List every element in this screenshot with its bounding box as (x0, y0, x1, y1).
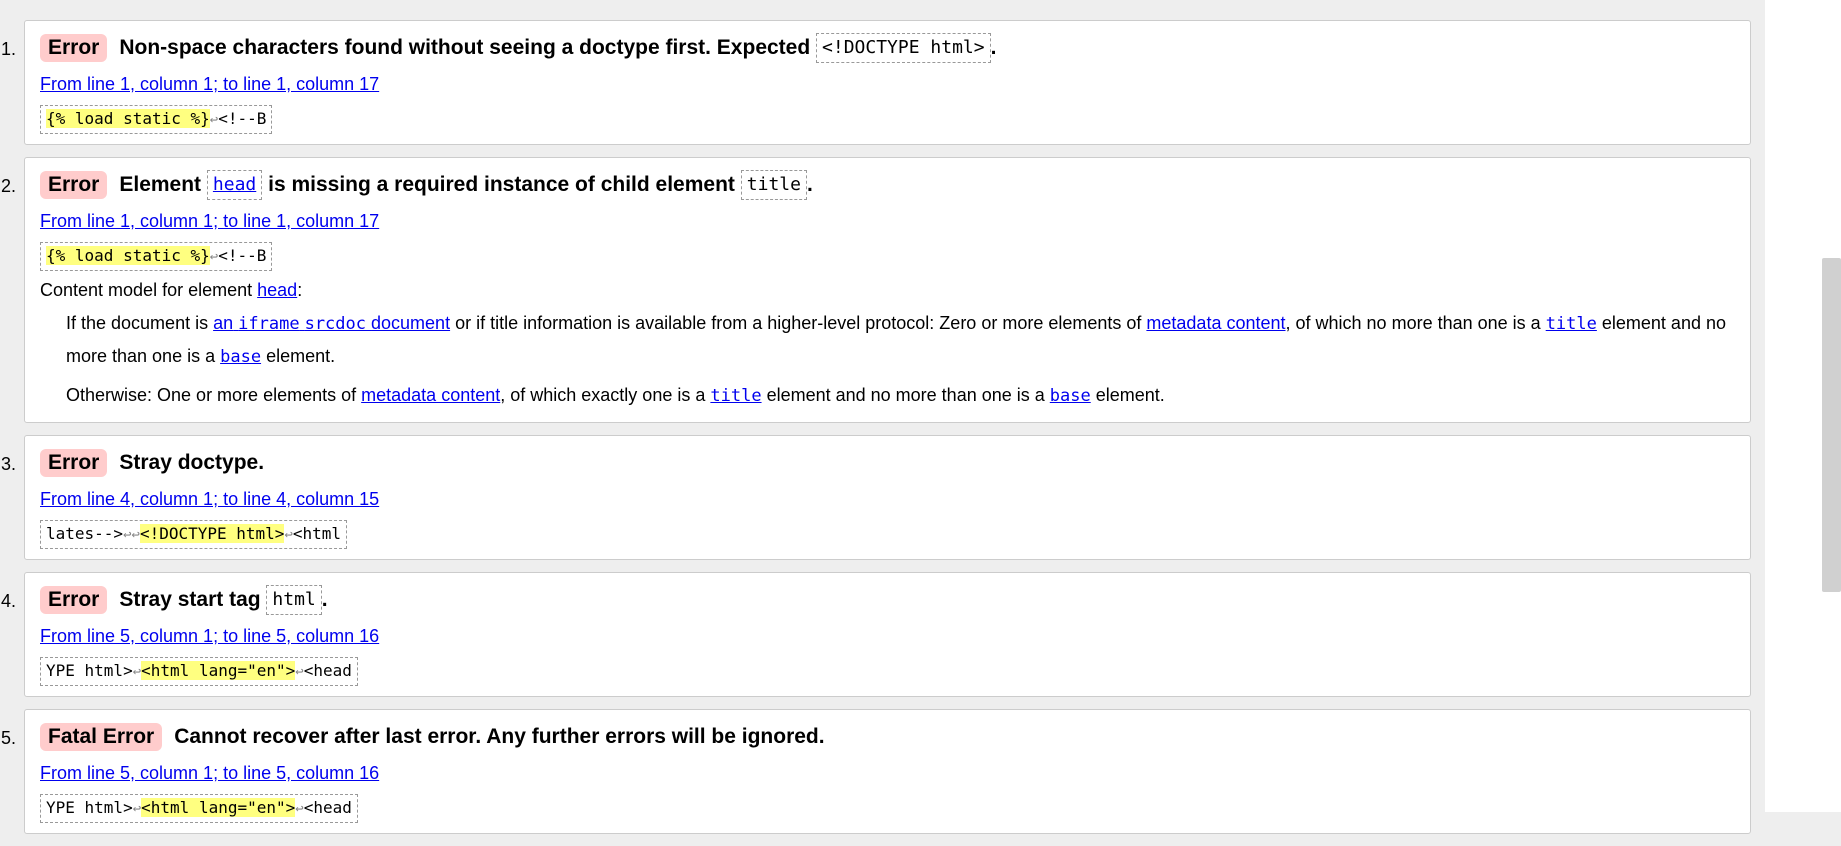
source-extract: YPE html>↩<html lang="en">↩<head (40, 794, 358, 823)
error-badge: Error (40, 171, 108, 199)
cm-code: base (220, 347, 262, 367)
line-break-icon: ↩ (131, 527, 140, 543)
base-element-link[interactable]: base (1049, 385, 1091, 406)
cm-text: or if title information is available fro… (455, 313, 1142, 333)
message-heading: Error Stray start tag html. (40, 585, 1735, 615)
extract-after: <head (303, 798, 352, 817)
message-text: Stray start tag (119, 588, 261, 611)
message-number: 4. (1, 591, 17, 611)
message-heading: Error Stray doctype. (40, 448, 1735, 478)
source-location-link[interactable]: From line 1, column 1; to line 1, column… (40, 73, 1735, 95)
cm-link-text: an (213, 313, 234, 333)
message-text-end: . (321, 588, 328, 611)
message-item: 1. Error Non-space characters found with… (1, 20, 1751, 145)
message-text-end: . (806, 173, 813, 196)
content-model: Content model for element head: If the d… (40, 279, 1735, 412)
metadata-content-link[interactable]: metadata content (1146, 313, 1285, 333)
message-number: 5. (1, 728, 17, 748)
message-text: Element (119, 173, 202, 196)
content-model-paragraph: If the document is an iframe srcdoc docu… (66, 307, 1735, 373)
cm-text: element. (266, 346, 336, 366)
cm-text: Otherwise: One or more elements of (66, 385, 357, 405)
cm-text: If the document is (66, 313, 209, 333)
line-break-icon: ↩ (123, 527, 132, 543)
source-extract: {% load static %}↩<!--B (40, 242, 273, 271)
code-token: html (266, 585, 322, 615)
error-badge: Error (40, 449, 108, 477)
extract-highlight: <!DOCTYPE html> (139, 524, 285, 543)
content-model-label-text: Content model for element (40, 280, 253, 300)
message-item: 5. Fatal Error Cannot recover after last… (1, 709, 1751, 834)
line-break-icon: ↩ (132, 664, 142, 680)
iframe-srcdoc-link[interactable]: an iframe srcdoc document (213, 313, 451, 334)
message-text-end: . (990, 36, 997, 59)
extract-after: <!--B (218, 246, 267, 265)
source-location-link[interactable]: From line 4, column 1; to line 4, column… (40, 488, 1735, 510)
title-element-link[interactable]: title (710, 385, 762, 406)
content-model-colon: : (297, 280, 303, 300)
message-text: Stray doctype. (119, 451, 265, 474)
element-link-head[interactable]: head (206, 170, 263, 200)
extract-after: <!--B (218, 109, 267, 128)
source-extract: {% load static %}↩<!--B (40, 105, 273, 134)
code-token: title (740, 170, 807, 200)
message-text: is missing a required instance of child … (268, 173, 735, 196)
extract-highlight: {% load static %} (46, 109, 210, 128)
cm-code: title (710, 386, 762, 406)
source-location-link[interactable]: From line 5, column 1; to line 5, column… (40, 625, 1735, 647)
message-number: 2. (1, 176, 17, 196)
line-break-icon: ↩ (295, 664, 304, 680)
line-break-icon: ↩ (132, 801, 142, 817)
line-break-icon: ↩ (209, 249, 219, 265)
message-text: Cannot recover after last error. Any fur… (174, 725, 825, 748)
line-break-icon: ↩ (209, 112, 219, 128)
extract-after: <head (303, 661, 352, 680)
source-extract: YPE html>↩<html lang="en">↩<head (40, 657, 358, 686)
extract-before: lates--> (46, 524, 124, 543)
extract-before: YPE html> (46, 798, 133, 817)
extract-highlight: {% load static %} (46, 246, 210, 265)
code-token: <!DOCTYPE html> (816, 33, 991, 63)
message-list: 1. Error Non-space characters found with… (0, 20, 1765, 846)
content-model-head-link[interactable]: head (257, 280, 297, 300)
metadata-content-link[interactable]: metadata content (361, 385, 500, 405)
cm-code: base (1049, 386, 1091, 406)
base-element-link[interactable]: base (220, 346, 262, 367)
message-heading: Fatal Error Cannot recover after last er… (40, 722, 1735, 752)
cm-link-text: document (371, 313, 451, 333)
content-model-label: Content model for element head: (40, 279, 1735, 301)
line-break-icon: ↩ (295, 801, 304, 817)
message-number: 1. (1, 39, 17, 59)
cm-code: title (1545, 314, 1597, 334)
cm-text: element and no more than one is a (766, 385, 1045, 405)
cm-code: iframe (238, 314, 300, 334)
validation-results: 1. Error Non-space characters found with… (0, 0, 1765, 834)
extract-after: <html (292, 524, 342, 543)
cm-text: , of which no more than one is a (1285, 313, 1541, 333)
message-heading: Error Non-space characters found without… (40, 33, 1735, 63)
error-badge: Error (40, 586, 108, 614)
source-extract: lates-->↩↩<!DOCTYPE html>↩<html (40, 520, 348, 549)
title-element-link[interactable]: title (1545, 313, 1597, 334)
extract-highlight: <html lang="en"> (141, 798, 296, 817)
source-location-link[interactable]: From line 5, column 1; to line 5, column… (40, 762, 1735, 784)
message-item: 4. Error Stray start tag html. From line… (1, 572, 1751, 697)
cm-code: srcdoc (304, 314, 366, 334)
extract-before: YPE html> (46, 661, 133, 680)
source-location-link[interactable]: From line 1, column 1; to line 1, column… (40, 210, 1735, 232)
line-break-icon: ↩ (284, 527, 293, 543)
message-item: 2. Error Element head is missing a requi… (1, 157, 1751, 423)
cm-text: element. (1095, 385, 1165, 405)
error-badge: Error (40, 34, 108, 62)
cm-text: , of which exactly one is a (500, 385, 706, 405)
scrollbar-thumb[interactable] (1822, 258, 1841, 592)
message-number: 3. (1, 454, 17, 474)
message-text: Non-space characters found without seein… (119, 36, 811, 59)
message-item: 3. Error Stray doctype. From line 4, col… (1, 435, 1751, 560)
fatal-error-badge: Fatal Error (40, 723, 163, 751)
message-heading: Error Element head is missing a required… (40, 170, 1735, 200)
content-model-paragraph: Otherwise: One or more elements of metad… (66, 379, 1735, 412)
extract-highlight: <html lang="en"> (141, 661, 296, 680)
